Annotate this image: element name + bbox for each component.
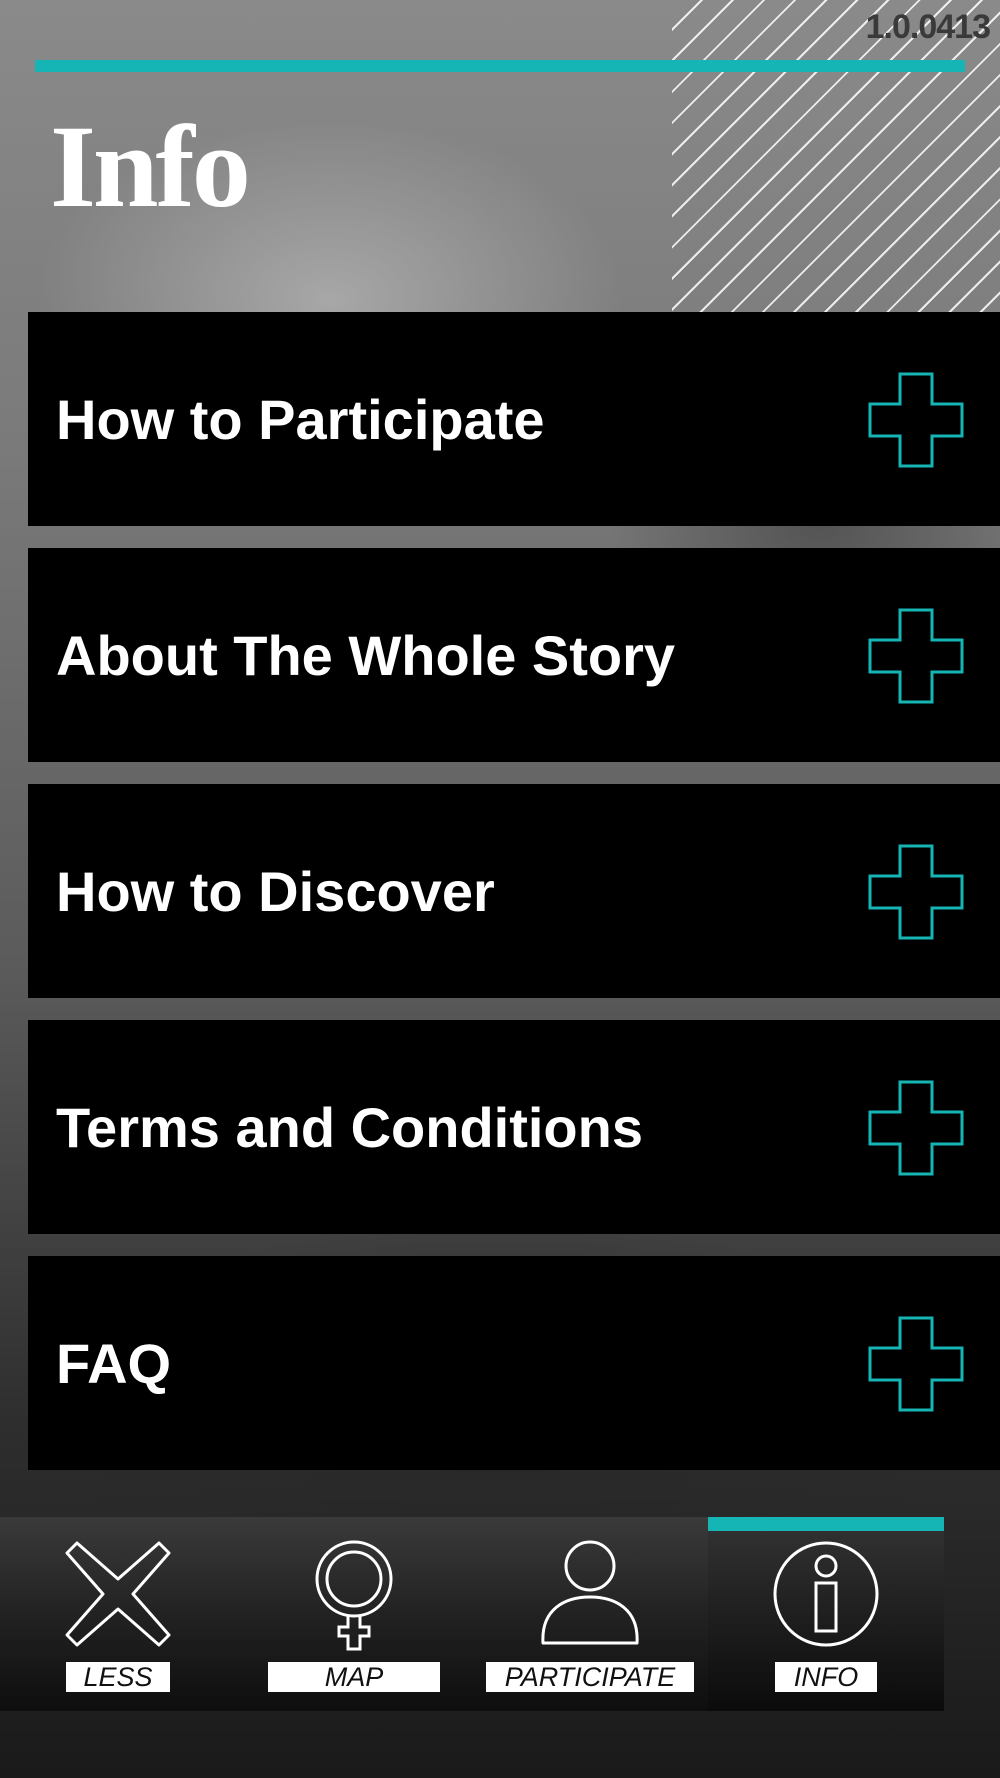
nav-label: MAP (268, 1662, 440, 1692)
x-icon (65, 1541, 171, 1647)
nav-item-map[interactable]: MAP (236, 1517, 472, 1711)
version-label: 1.0.0413 (865, 8, 991, 46)
nav-label: LESS (66, 1662, 170, 1692)
nav-item-less[interactable]: LESS (0, 1517, 236, 1711)
menu-item-how-to-participate[interactable]: How to Participate (28, 312, 1000, 526)
page-title: Info (50, 101, 251, 232)
nav-label: PARTICIPATE (486, 1662, 694, 1692)
plus-icon[interactable] (868, 372, 964, 468)
menu-item-how-to-discover[interactable]: How to Discover (28, 784, 1000, 998)
menu-item-terms-and-conditions[interactable]: Terms and Conditions (28, 1020, 1000, 1234)
menu-item-label: About The Whole Story (56, 623, 676, 687)
menu-item-about-the-whole-story[interactable]: About The Whole Story (28, 548, 1000, 762)
venus-symbol-icon (315, 1540, 393, 1651)
accent-bar (35, 60, 965, 72)
menu-item-label: FAQ (56, 1331, 172, 1395)
bottom-nav: LESS MAP PARTICIPATE INFO (0, 1517, 1000, 1711)
nav-item-info[interactable]: INFO (708, 1517, 944, 1711)
menu-item-label: Terms and Conditions (56, 1095, 643, 1159)
menu-item-label: How to Participate (56, 387, 545, 451)
menu-item-label: How to Discover (56, 859, 495, 923)
menu-item-faq[interactable]: FAQ (28, 1256, 1000, 1470)
nav-label: INFO (775, 1662, 877, 1692)
nav-item-participate[interactable]: PARTICIPATE (472, 1517, 708, 1711)
plus-icon[interactable] (868, 1316, 964, 1412)
person-icon (541, 1540, 639, 1645)
plus-icon[interactable] (868, 844, 964, 940)
active-tab-indicator (708, 1517, 944, 1531)
info-icon (773, 1541, 879, 1647)
plus-icon[interactable] (868, 1080, 964, 1176)
plus-icon[interactable] (868, 608, 964, 704)
